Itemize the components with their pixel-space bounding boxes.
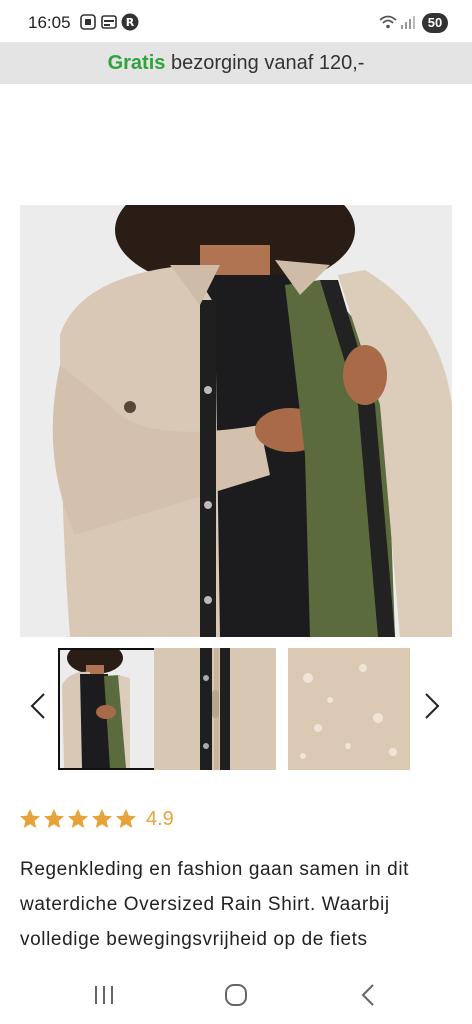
product-description: Regenkleding en fashion gaan samen in di…: [20, 852, 460, 957]
previous-image-button[interactable]: [24, 688, 52, 724]
thumb-placket-image: [154, 648, 276, 770]
recent-apps-button[interactable]: [88, 980, 120, 1010]
thumbnail-carousel: [0, 648, 472, 772]
star-icon: [116, 809, 136, 828]
star-icon: [92, 809, 112, 828]
signal-icon: [401, 16, 415, 29]
star-icon: [68, 809, 88, 828]
description-line: Regenkleding en fashion gaan samen in di…: [20, 859, 410, 880]
svg-text:R: R: [126, 16, 135, 29]
system-navigation-bar: [0, 968, 472, 1024]
promo-highlight: Gratis: [107, 52, 166, 74]
product-rating[interactable]: 4.9: [18, 806, 174, 832]
thumbnail-water-drops[interactable]: [288, 648, 410, 770]
battery-indicator: 50: [422, 13, 448, 33]
r-app-icon: R: [121, 13, 139, 31]
thumb-drops-image: [288, 648, 410, 770]
gallery-icon: [101, 15, 117, 29]
home-icon: [225, 984, 247, 1006]
rain-shirt-model-image: [20, 205, 452, 637]
star-icon: [20, 809, 40, 828]
back-icon: [361, 984, 374, 1006]
chevron-right-icon: [425, 693, 440, 719]
rating-value: 4.9: [146, 807, 174, 830]
back-button[interactable]: [352, 980, 384, 1010]
status-time: 16:05: [28, 13, 71, 32]
status-bar: 16:05 R 50: [0, 0, 472, 42]
chevron-left-icon: [30, 693, 45, 719]
star-icon: [44, 809, 64, 828]
next-image-button[interactable]: [418, 688, 446, 724]
screenshot-icon: [80, 14, 96, 30]
recent-apps-icon: [95, 986, 113, 1004]
home-button[interactable]: [220, 980, 252, 1010]
thumbnail-placket-detail[interactable]: [154, 648, 276, 770]
promo-text: bezorging vanaf 120,-: [165, 52, 365, 74]
description-line: volledige bewegingsvrijheid op de fiets: [20, 929, 368, 950]
promo-banner: Gratis bezorging vanaf 120,-: [0, 42, 472, 84]
description-line: waterdiche Oversized Rain Shirt. Waarbij: [20, 894, 390, 915]
wifi-icon: [379, 15, 397, 29]
product-main-image[interactable]: [20, 205, 452, 637]
